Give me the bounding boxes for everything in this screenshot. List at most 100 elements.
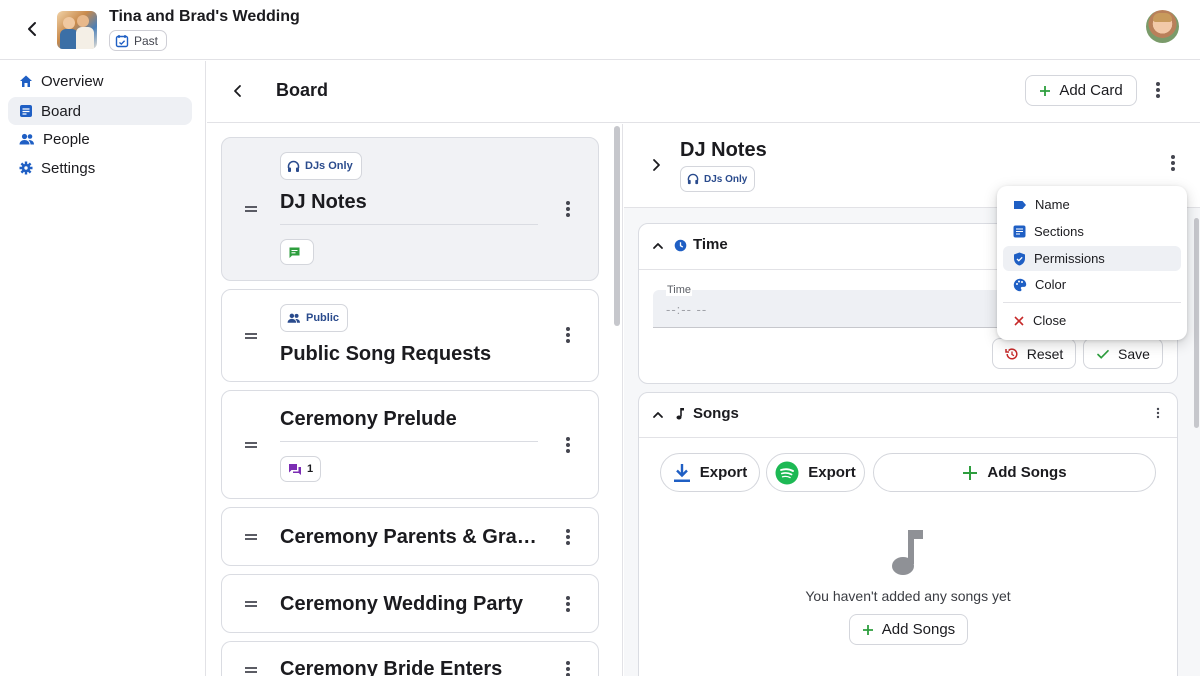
card-more-icon[interactable] (558, 527, 578, 547)
chevron-right-icon[interactable] (647, 156, 665, 174)
comments-count: 1 (307, 463, 314, 475)
export-label: Export (808, 464, 856, 481)
export-file-button[interactable]: Export (660, 453, 760, 492)
card-title: Ceremony Bride Enters (280, 658, 503, 676)
card-dj-notes[interactable] (221, 137, 599, 281)
chip-label: DJs Only (305, 160, 353, 172)
drag-handle-icon[interactable] (244, 530, 258, 544)
sidebar-item-people[interactable]: People (8, 125, 192, 153)
plus-icon (962, 465, 978, 481)
time-input-label: Time (666, 284, 693, 296)
detail-title: DJ Notes (680, 139, 767, 161)
detail-more-icon[interactable] (1163, 153, 1183, 173)
card-title: Ceremony Prelude (280, 408, 457, 430)
empty-add-songs-button[interactable]: Add Songs (849, 614, 968, 645)
card-more-icon[interactable] (558, 199, 578, 219)
home-icon (19, 74, 33, 88)
sidebar-item-board[interactable]: Board (8, 97, 192, 125)
section-title: Songs (693, 405, 739, 422)
drag-handle-icon[interactable] (244, 663, 258, 676)
user-avatar[interactable] (1146, 10, 1179, 43)
time-input-value[interactable]: --:-- -- (666, 302, 707, 317)
card-title: DJ Notes (280, 191, 367, 213)
check-icon (1096, 347, 1110, 361)
empty-songs-text: You haven't added any songs yet (805, 588, 1011, 604)
section-divider (639, 437, 1177, 438)
menu-item-color[interactable]: Color (1003, 272, 1181, 297)
spotify-icon (775, 461, 799, 485)
card-more-icon[interactable] (558, 659, 578, 676)
event-title: Tina and Brad's Wedding (109, 8, 300, 25)
plus-icon (862, 624, 874, 636)
card-title: Ceremony Wedding Party (280, 593, 524, 615)
export-spotify-button[interactable]: Export (766, 453, 865, 492)
chevron-up-icon[interactable] (650, 407, 666, 423)
more-vert-icon[interactable] (1148, 80, 1168, 100)
add-songs-label: Add Songs (987, 464, 1067, 481)
menu-item-permissions[interactable]: Permissions (1003, 246, 1181, 271)
menu-item-sections[interactable]: Sections (1003, 219, 1181, 244)
menu-item-label: Permissions (1034, 251, 1105, 266)
card-list-scrollbar[interactable] (614, 126, 620, 326)
download-icon (673, 463, 691, 483)
export-label: Export (699, 464, 748, 481)
page-title: Board (276, 80, 329, 100)
card-more-icon[interactable] (558, 325, 578, 345)
save-label: Save (1118, 345, 1150, 362)
add-card-button[interactable]: Add Card (1025, 75, 1137, 106)
event-photo (57, 11, 97, 49)
palette-icon (1013, 278, 1027, 292)
menu-item-name[interactable]: Name (1003, 192, 1181, 217)
headphones-icon (687, 173, 699, 185)
plus-icon (1039, 85, 1051, 97)
status-chip-label: Past (134, 33, 159, 48)
people-icon (287, 312, 301, 324)
public-chip: Public (280, 304, 349, 332)
sidebar-item-overview[interactable]: Overview (8, 67, 192, 95)
sidebar-item-label: Overview (41, 72, 104, 90)
gear-icon (19, 161, 33, 175)
menu-item-label: Sections (1034, 224, 1084, 239)
djs-only-chip: DJs Only (280, 152, 362, 180)
chip-label: Public (306, 312, 340, 324)
shield-icon (1013, 252, 1026, 266)
drag-handle-icon[interactable] (244, 597, 258, 611)
board-icon (19, 104, 33, 118)
sidebar-item-label: Settings (41, 159, 96, 177)
card-title: Ceremony Parents & Gra… (280, 526, 537, 548)
reset-label: Reset (1026, 345, 1064, 362)
save-button[interactable]: Save (1083, 338, 1163, 369)
card-public-song-requests[interactable] (221, 289, 599, 382)
djs-only-chip: DJs Only (680, 166, 756, 192)
menu-item-label: Close (1033, 313, 1067, 328)
history-icon (1004, 347, 1019, 361)
chevron-up-icon[interactable] (650, 238, 666, 254)
songs-more-icon[interactable] (1150, 405, 1166, 421)
music-note-icon (889, 528, 927, 576)
sidebar-item-label: Board (41, 102, 82, 120)
menu-item-close[interactable]: Close (1003, 308, 1181, 333)
drag-handle-icon[interactable] (244, 438, 258, 452)
sidebar-item-settings[interactable]: Settings (8, 154, 192, 182)
headphones-icon (287, 160, 300, 173)
people-icon (19, 132, 35, 146)
card-divider (280, 224, 538, 225)
detail-scrollbar[interactable] (1194, 218, 1199, 428)
chevron-left-icon[interactable] (229, 82, 247, 100)
drag-handle-icon[interactable] (244, 329, 258, 343)
forum-icon (288, 463, 302, 476)
add-songs-button[interactable]: Add Songs (873, 453, 1156, 492)
clock-icon (674, 239, 688, 253)
drag-handle-icon[interactable] (244, 202, 258, 216)
add-songs-label: Add Songs (881, 621, 956, 638)
card-more-icon[interactable] (558, 594, 578, 614)
reset-button[interactable]: Reset (992, 338, 1076, 369)
menu-item-label: Name (1035, 197, 1070, 212)
back-arrow-icon[interactable] (22, 18, 44, 40)
card-more-icon[interactable] (558, 435, 578, 455)
sidebar-item-label: People (43, 130, 90, 148)
menu-divider (1003, 302, 1181, 303)
calendar-check-icon (115, 34, 129, 48)
card-ceremony-prelude[interactable] (221, 390, 599, 499)
close-icon (1013, 315, 1025, 327)
